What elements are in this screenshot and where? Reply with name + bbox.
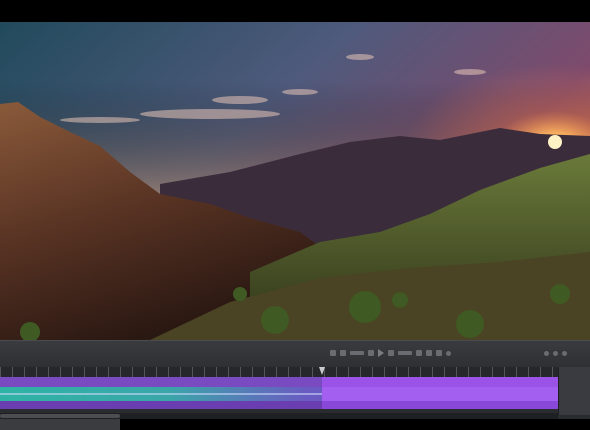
landscape-frame [0,22,590,340]
export-frame-icon[interactable] [436,350,442,356]
track-side-panel [558,367,590,415]
timeline-panel [0,340,590,430]
scroll-thumb[interactable] [0,414,120,418]
time-ruler[interactable] [0,367,590,377]
sun [548,135,562,149]
step-icon[interactable] [368,350,374,356]
bottom-area [120,419,590,430]
overwrite-icon[interactable] [426,350,432,356]
wrench-icon[interactable] [553,350,558,356]
go-to-in-icon[interactable] [350,351,364,355]
status-strip [0,419,120,430]
transport-buttons [330,349,451,357]
mark-out-icon[interactable] [340,350,346,356]
selected-clip-v1[interactable] [322,387,558,401]
step-forward-icon[interactable] [388,350,394,356]
selected-clip-v2[interactable] [322,377,558,387]
insert-icon[interactable] [416,350,422,356]
play-icon[interactable] [378,349,384,357]
menu-icon[interactable] [562,350,567,356]
top-bar [0,0,590,22]
settings-icon[interactable] [446,350,451,356]
program-monitor [0,22,590,340]
mark-in-icon[interactable] [330,350,336,356]
transport-controls [0,340,590,368]
selected-clip-a1[interactable] [322,401,558,409]
go-to-out-icon[interactable] [398,351,412,355]
panel-options [544,349,567,357]
add-icon[interactable] [544,350,549,356]
